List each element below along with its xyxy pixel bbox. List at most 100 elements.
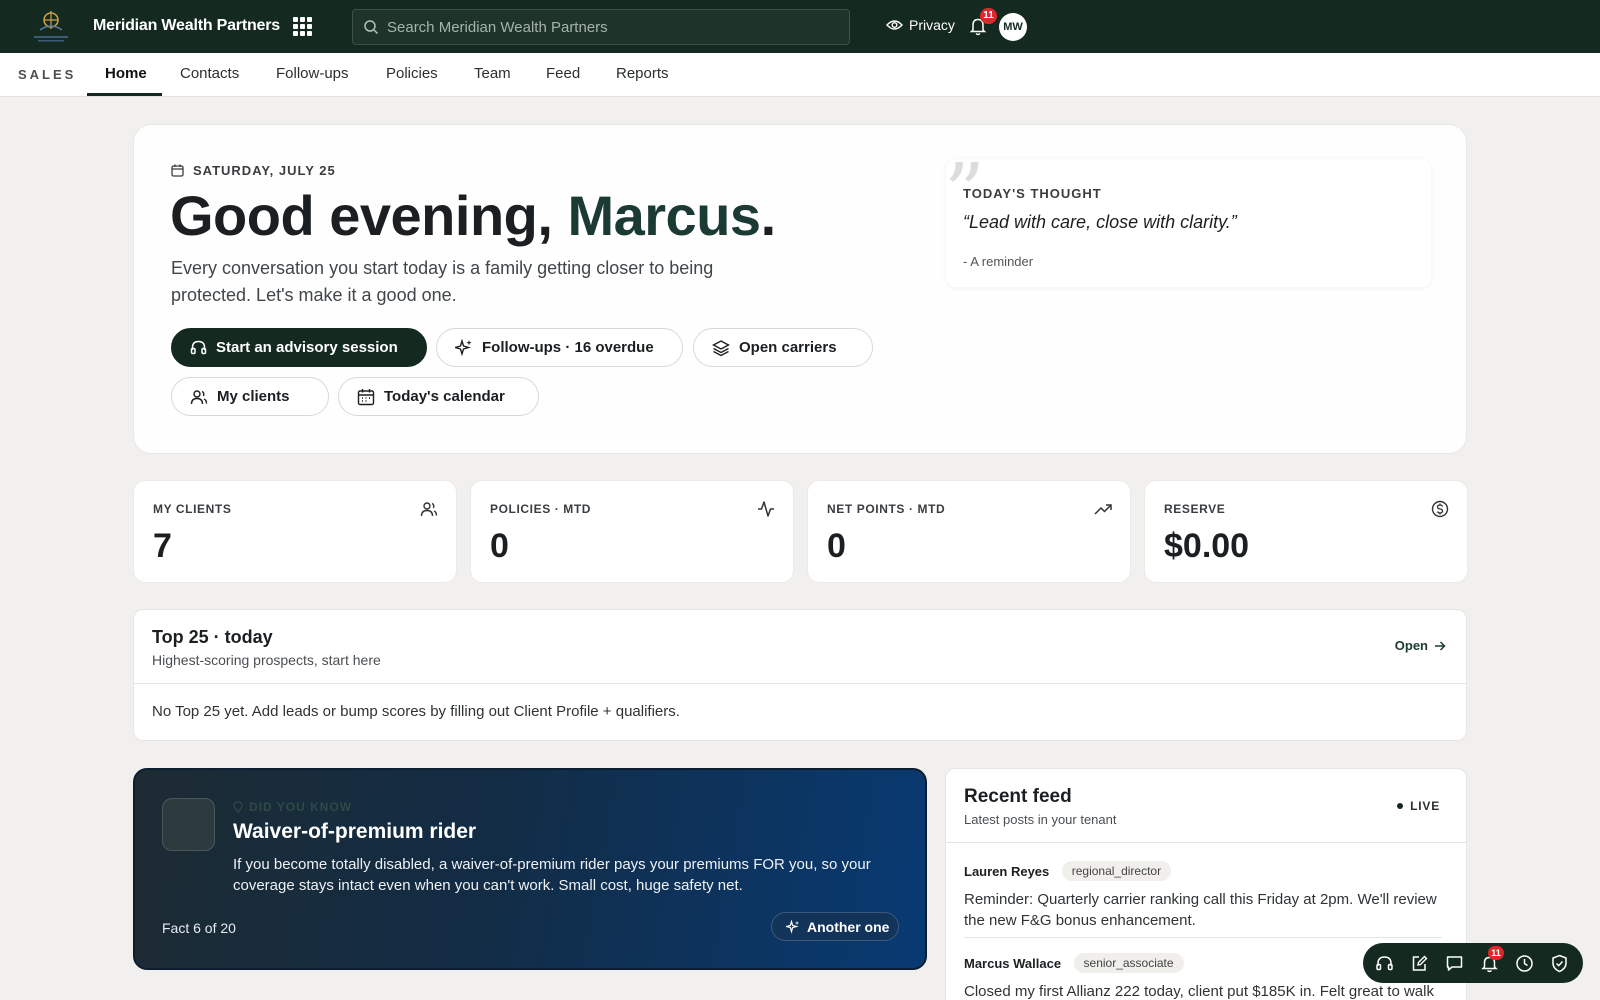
post-author[interactable]: Lauren Reyes — [964, 864, 1049, 879]
follow-ups-button[interactable]: Follow-ups · 16 overdue — [436, 328, 683, 367]
stat-card-policies-mtd[interactable]: POLICIES · MTD 0 — [470, 480, 794, 583]
section-nav: SALES Home Contacts Follow-ups Policies … — [0, 53, 1600, 97]
shield-check-icon[interactable] — [1550, 954, 1569, 973]
tab-team[interactable]: Team — [474, 65, 511, 82]
stat-value: 0 — [827, 527, 846, 565]
trending-up-icon — [1094, 500, 1112, 518]
post-divider — [964, 937, 1442, 938]
feed-post[interactable]: Lauren Reyes regional_director Reminder:… — [964, 861, 1454, 931]
stat-label: NET POINTS · MTD — [827, 502, 946, 516]
top-25-title: Top 25 · today — [152, 627, 273, 647]
tab-reports[interactable]: Reports — [616, 65, 669, 82]
tab-feed[interactable]: Feed — [546, 65, 580, 82]
did-you-know-card: DID YOU KNOW Waiver-of-premium rider If … — [133, 768, 927, 970]
privacy-toggle[interactable]: Privacy — [886, 17, 955, 33]
did-you-know-eyebrow: DID YOU KNOW — [233, 800, 352, 814]
fact-title: Waiver-of-premium rider — [233, 820, 477, 843]
post-text: Reminder: Quarterly carrier ranking call… — [964, 891, 1437, 929]
stat-card-reserve[interactable]: RESERVE $0.00 — [1144, 480, 1468, 583]
stat-value: $0.00 — [1164, 527, 1250, 565]
thought-quote: “Lead with care, close with clarity.” — [963, 212, 1237, 232]
open-label: Open — [1394, 638, 1428, 653]
open-carriers-button[interactable]: Open carriers — [693, 328, 873, 367]
follow-ups-label: Follow-ups · 16 overdue — [482, 339, 654, 356]
active-tab-indicator — [87, 93, 162, 96]
current-date: SATURDAY, JULY 25 — [171, 163, 336, 178]
todays-calendar-label: Today's calendar — [384, 388, 505, 405]
stat-label: MY CLIENTS — [153, 502, 232, 516]
welcome-hero: SATURDAY, JULY 25 Good evening, Marcus. … — [133, 124, 1467, 454]
calendar-icon — [171, 164, 184, 177]
user-first-name: Marcus — [567, 184, 761, 247]
headset-icon — [190, 339, 207, 356]
another-fact-button[interactable]: Another one — [771, 912, 899, 941]
top-25-open-link[interactable]: Open — [1395, 638, 1446, 653]
post-role-badge: regional_director — [1061, 861, 1172, 881]
divider — [946, 842, 1466, 843]
fact-icon-tile — [162, 798, 215, 851]
privacy-label: Privacy — [909, 17, 955, 33]
greeting-subtext: Every conversation you start today is a … — [171, 258, 714, 305]
top-bar: Meridian Wealth Partners Privacy 11 MW — [0, 0, 1600, 53]
start-advisory-session-label: Start an advisory session — [216, 339, 398, 356]
tab-home[interactable]: Home — [105, 65, 147, 82]
top-25-subtitle: Highest-scoring prospects, start here — [152, 652, 381, 668]
stat-card-my-clients[interactable]: MY CLIENTS 7 — [133, 480, 457, 583]
dock-notification-badge: 11 — [1488, 946, 1504, 960]
thought-label: TODAY'S THOUGHT — [963, 186, 1102, 201]
live-dot-icon — [1397, 803, 1404, 809]
layers-icon — [712, 339, 730, 357]
brand-name[interactable]: Meridian Wealth Partners — [93, 17, 280, 35]
my-clients-button[interactable]: My clients — [171, 377, 329, 416]
post-text: Closed my first Allianz 222 today, clien… — [964, 983, 1434, 1000]
activity-icon — [757, 500, 775, 518]
greeting-end: . — [760, 184, 777, 247]
search-input[interactable] — [387, 18, 827, 36]
users-icon — [420, 500, 438, 518]
sparkle-icon — [455, 338, 473, 357]
my-clients-label: My clients — [217, 388, 290, 405]
quick-actions-dock — [1363, 943, 1583, 983]
live-label: LIVE — [1410, 799, 1440, 813]
top-25-panel: Top 25 · today Highest-scoring prospects… — [133, 609, 1467, 741]
date-text: SATURDAY, JULY 25 — [193, 163, 336, 178]
tab-contacts[interactable]: Contacts — [180, 65, 239, 82]
sparkle-icon — [786, 919, 800, 934]
headset-icon[interactable] — [1375, 954, 1394, 973]
clock-icon[interactable] — [1515, 954, 1534, 973]
todays-thought-card: ” TODAY'S THOUGHT “Lead with care, close… — [944, 153, 1431, 287]
stat-value: 0 — [490, 527, 509, 565]
app-launcher-icon[interactable] — [293, 17, 312, 36]
stat-label: RESERVE — [1164, 502, 1226, 516]
divider — [134, 683, 1466, 684]
start-advisory-session-button[interactable]: Start an advisory session — [171, 328, 427, 367]
greeting-text: Good evening, — [170, 184, 568, 247]
fact-body: If you become totally disabled, a waiver… — [233, 856, 871, 894]
calendar-grid-icon — [357, 388, 375, 406]
post-role-badge: senior_associate — [1073, 953, 1184, 973]
eyebrow-text: DID YOU KNOW — [249, 800, 353, 814]
live-indicator: LIVE — [1397, 799, 1440, 813]
notification-count-badge: 11 — [980, 8, 997, 24]
arrow-right-icon — [1434, 640, 1446, 652]
post-author[interactable]: Marcus Wallace — [964, 956, 1061, 971]
search-bar[interactable] — [352, 9, 850, 45]
lightbulb-icon — [233, 801, 243, 813]
feed-title: Recent feed — [964, 786, 1072, 807]
feed-subtitle: Latest posts in your tenant — [964, 812, 1117, 827]
user-avatar[interactable]: MW — [999, 13, 1027, 41]
eye-icon — [886, 19, 903, 31]
edit-icon[interactable] — [1410, 954, 1429, 973]
section-label: SALES — [18, 67, 77, 82]
todays-calendar-button[interactable]: Today's calendar — [338, 377, 539, 416]
fact-counter: Fact 6 of 20 — [162, 920, 236, 936]
company-logo[interactable] — [28, 8, 74, 46]
thought-attribution: - A reminder — [963, 254, 1034, 269]
tab-follow-ups[interactable]: Follow-ups — [276, 65, 349, 82]
tab-policies[interactable]: Policies — [386, 65, 438, 82]
greeting-heading: Good evening, Marcus. — [170, 183, 776, 248]
stat-card-net-points-mtd[interactable]: NET POINTS · MTD 0 — [807, 480, 1131, 583]
open-carriers-label: Open carriers — [739, 339, 837, 356]
stat-value: 7 — [153, 527, 172, 565]
chat-icon[interactable] — [1445, 954, 1464, 973]
